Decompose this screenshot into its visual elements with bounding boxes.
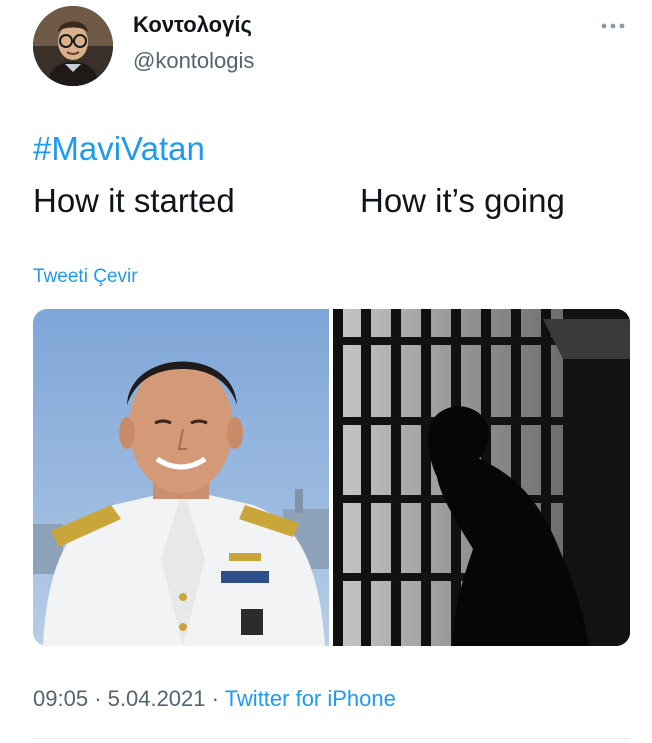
media-image-left[interactable] xyxy=(33,309,329,646)
tweet-text-left: How it started xyxy=(33,182,235,219)
hashtag-link[interactable]: #MaviVatan xyxy=(33,130,205,168)
media-grid xyxy=(33,309,630,646)
translate-tweet-link[interactable]: Tweeti Çevir xyxy=(33,266,138,288)
avatar-photo-icon xyxy=(33,6,113,86)
tweet-text-right: How it’s going xyxy=(360,182,565,219)
meta-separator: · xyxy=(211,686,219,711)
meta-separator: · xyxy=(94,686,102,711)
tweet-source-link[interactable]: Twitter for iPhone xyxy=(225,686,396,711)
officer-photo-icon xyxy=(33,361,329,646)
divider xyxy=(33,738,630,739)
avatar[interactable] xyxy=(33,6,113,86)
tweet-date[interactable]: 5.04.2021 xyxy=(108,686,206,711)
user-handle[interactable]: @kontologis xyxy=(133,48,254,74)
tweet-metadata: 09:05 · 5.04.2021 · Twitter for iPhone xyxy=(33,686,396,712)
media-image-right[interactable] xyxy=(333,309,630,646)
jail-cell-photo-icon xyxy=(333,309,630,646)
more-options-icon[interactable] xyxy=(596,16,630,36)
display-name[interactable]: Κοντολογίς xyxy=(133,12,252,38)
tweet-time[interactable]: 09:05 xyxy=(33,686,88,711)
